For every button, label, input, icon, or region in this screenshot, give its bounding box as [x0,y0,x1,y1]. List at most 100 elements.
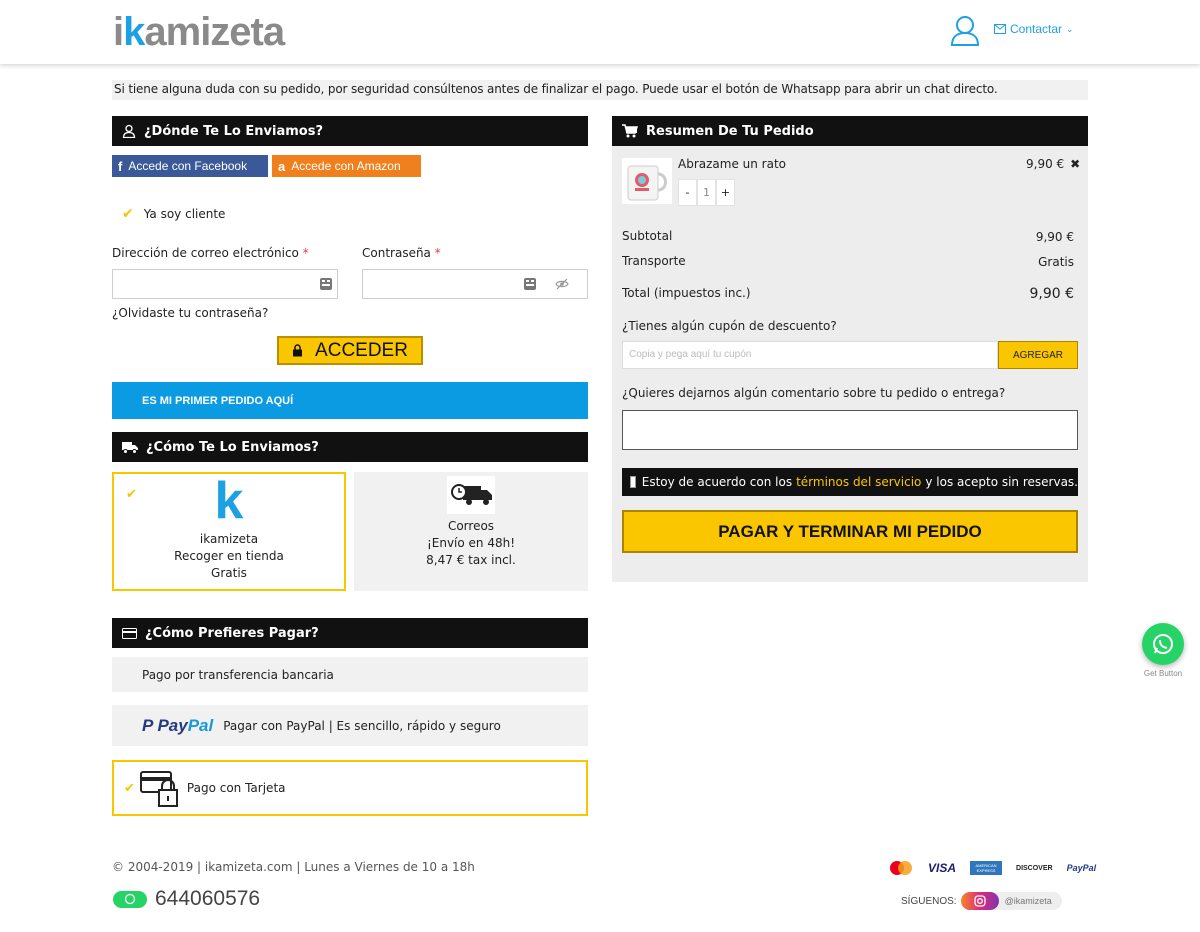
remove-item-icon[interactable]: ✖ [1070,157,1080,171]
forgot-password-link[interactable]: ¿Olvidaste tu contraseña? [112,306,268,320]
whatsapp-icon [113,890,147,908]
payment-option-paypal[interactable]: P PayPal Pagar con PayPal | Es sencillo,… [112,705,588,746]
payment-option-card[interactable]: ✔ Pago con Tarjeta [112,760,588,816]
check-icon: ✔ [124,780,135,796]
autofill-icon[interactable] [523,277,537,291]
carrier-price: Gratis [211,566,247,580]
email-label: Dirección de correo electrónico * [112,246,309,260]
login-button-label: ACCEDER [315,339,408,361]
carrier-delay: Recoger en tienda [174,549,284,563]
facebook-login-button[interactable]: f Accede con Facebook [112,155,268,177]
terms-text-before: Estoy de acuerdo con los [641,475,793,489]
truck-icon [122,441,138,454]
whatsapp-chat-button[interactable] [1142,623,1184,665]
delivery-truck-icon [447,476,495,514]
credit-card-icon [122,627,137,639]
carrier-name: Correos [447,519,495,533]
total-value: 9,90 € [1029,286,1074,302]
phone-number: 644060576 [155,887,261,910]
quantity-decrease-button[interactable]: - [678,179,697,206]
terms-of-service-link[interactable]: términos del servicio [796,475,921,489]
payment-option-label: Pago con Tarjeta [186,781,286,795]
instagram-button[interactable]: @ikamizeta [960,892,1062,910]
contact-menu-button[interactable]: Contactar ⌄ [994,22,1074,36]
product-thumbnail[interactable] [622,158,672,204]
carrier-delay: ¡Envío en 48h! [426,536,516,550]
envelope-icon [994,24,1006,34]
chevron-down-icon: ⌄ [1066,23,1074,34]
paypal-logo: P PayPal [142,715,214,735]
lock-icon [293,344,303,357]
payment-cards: VISA AMERICAN EXPRESS DISCOVER PayPal [888,858,1096,878]
site-logo[interactable]: ikamizeta [113,10,285,54]
carrier-option-pickup[interactable]: ✔ k ikamizeta Recoger en tienda Gratis [112,472,346,591]
ikamizeta-k-logo: k [214,472,244,530]
subtotal-value: 9,90 € [1035,230,1074,244]
check-icon: ✔ [126,487,137,502]
payment-header: ¿Cómo Prefieres Pagar? [112,618,588,648]
quantity-input[interactable]: 1 [697,179,716,206]
footer-phone[interactable]: 644060576 [113,887,260,911]
terms-text-after: y los acepto sin reservas. [925,475,1078,489]
user-icon [122,124,136,138]
amazon-icon: a [278,158,286,174]
user-account-icon[interactable] [949,14,981,46]
existing-customer-label: Ya soy cliente [143,207,226,221]
shipping-method-header: ¿Cómo Te Lo Enviamos? [112,432,588,462]
amazon-login-label: Accede con Amazon [291,159,401,173]
amex-logo: AMERICAN EXPRESS [970,861,1003,875]
login-button[interactable]: ACCEDER [277,336,423,365]
paypal-logo: PayPal [1066,863,1097,873]
payment-option-label: Pagar con PayPal | Es sencillo, rápido y… [223,718,501,733]
check-icon: ✔ [122,206,134,222]
amazon-login-button[interactable]: a Accede con Amazon [272,155,421,177]
coupon-question: ¿Tienes algún cupón de descuento? [622,319,837,333]
order-summary-title: Resumen De Tu Pedido [646,123,814,139]
product-price-row: 9,90 € ✖ [1026,157,1080,171]
visa-logo: VISA [928,861,957,875]
contact-label: Contactar [1010,22,1063,36]
social-follow: SÍGUENOS: @ikamizeta [901,892,1062,910]
pay-and-finish-button[interactable]: PAGAR Y TERMINAR MI PEDIDO [622,510,1078,553]
product-name[interactable]: Abrazame un rato [678,157,786,171]
payment-title: ¿Cómo Prefieres Pagar? [145,625,319,641]
carrier-price: 8,47 € tax incl. [426,553,516,567]
mastercard-icon [890,861,912,875]
whatsapp-label: Get Button [1143,669,1183,678]
apply-coupon-button[interactable]: AGREGAR [998,341,1078,369]
payment-option-bank-transfer[interactable]: Pago por transferencia bancaria [112,657,588,692]
autofill-icon[interactable] [319,277,333,291]
discover-logo: DISCOVER [1016,864,1053,872]
carrier-name: ikamizeta [199,532,259,546]
instagram-handle: @ikamizeta [1004,896,1052,906]
facebook-login-label: Accede con Facebook [128,159,248,173]
comment-question: ¿Quieres dejarnos algún comentario sobre… [622,386,1006,400]
coupon-input[interactable]: Copia y pega aquí tu cupón [622,341,998,369]
facebook-icon: f [118,158,123,174]
eye-hidden-icon[interactable] [555,277,569,291]
total-label: Total (impuestos inc.) [622,286,751,300]
order-comment-textarea[interactable] [622,410,1078,450]
instagram-icon [960,892,999,910]
shipping-address-title: ¿Dónde Te Lo Enviamos? [144,123,323,139]
password-field[interactable] [362,269,588,299]
existing-customer-tab[interactable]: ✔ Ya soy cliente [122,206,225,222]
product-price: 9,90 € [1026,157,1065,171]
terms-checkbox[interactable] [630,476,636,488]
carrier-option-correos[interactable]: Correos ¡Envío en 48h! 8,47 € tax incl. [354,472,588,591]
footer-info: © 2004-2019 | ikamizeta.com | Lunes a Vi… [112,860,475,874]
first-order-button[interactable]: ES MI PRIMER PEDIDO AQUÍ [112,382,588,419]
follow-label: SÍGUENOS: [901,895,957,907]
paypal-p-icon: P [142,715,158,735]
payment-option-label: Pago por transferencia bancaria [142,667,334,682]
shipping-cost-value: Gratis [1038,255,1074,269]
email-field[interactable] [112,269,338,299]
shipping-address-header: ¿Dónde Te Lo Enviamos? [112,116,588,146]
quantity-increase-button[interactable]: + [716,179,735,206]
shipping-method-title: ¿Cómo Te Lo Enviamos? [146,439,319,455]
site-header: ikamizeta Contactar ⌄ [0,0,1200,64]
password-label: Contraseña * [362,246,441,260]
shopping-cart-icon [622,124,638,138]
terms-agreement: Estoy de acuerdo con los términos del se… [622,468,1078,496]
order-summary-header: Resumen De Tu Pedido [612,116,1088,146]
